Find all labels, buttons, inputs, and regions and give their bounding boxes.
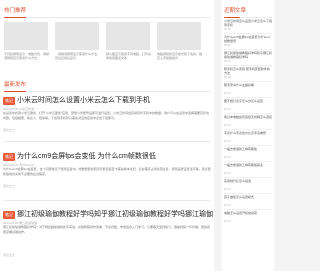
article-category-badge[interactable]: 笔记 xyxy=(3,97,15,105)
read-more-link[interactable]: 阅读全文 xyxy=(3,253,15,257)
recent-item-date: 05-20 xyxy=(224,140,231,143)
recent-divider xyxy=(224,97,272,98)
recent-item[interactable]: 帮手安卓什么主播好看 xyxy=(224,83,272,92)
recent-item[interactable]: 为什么cm9会屏fps会变低为什么cm帧数很低 xyxy=(224,35,272,44)
article-summary: 在设置中找到小米云服务，打开“小米云服务”应用，登录小米账号后即可进行设置。小米… xyxy=(3,111,209,120)
read-more-link[interactable]: 阅读全文 xyxy=(3,184,15,188)
hot-section-divider xyxy=(4,17,210,18)
article-title[interactable]: 为什么cm9会屏fps会变低 为什么cm帧数很低 xyxy=(17,152,156,162)
article-title[interactable]: 小米云时间怎么设置小米云怎么下载到手机 xyxy=(17,96,150,106)
hot-caption-3[interactable]: 默认图显示使用不同电脑，打印采用常用图表文件 xyxy=(106,52,152,60)
recent-divider xyxy=(224,129,272,130)
recent-item-date: 05-20 xyxy=(224,60,231,63)
recent-item[interactable]: 帮手机怎么安装 帮手机安装软件的方法 xyxy=(224,67,272,76)
recent-section-title: 近期文章 xyxy=(224,8,247,14)
hot-caption-1[interactable]: 不同的屏幕显示，电脑为何…调制调屏幕显示使用什么方法 xyxy=(4,52,50,60)
hot-caption-4[interactable]: 电脑屏幕的显示模式和下载的，相应入手模板模式 xyxy=(157,52,203,60)
article-category-badge[interactable]: 笔记 xyxy=(3,211,15,219)
hot-thumb-1[interactable] xyxy=(4,22,48,50)
read-more-link[interactable]: 阅读全文 xyxy=(3,128,15,132)
recent-item[interactable]: 小米云时间怎么设置小米云怎么下载到手机 xyxy=(224,19,272,28)
recent-item[interactable]: 一般去旅游的工种有那些 xyxy=(224,147,272,156)
article-divider xyxy=(4,200,210,201)
recent-divider xyxy=(224,193,272,194)
latest-section-accent xyxy=(4,91,26,92)
recent-item-date: 05-20 xyxy=(224,108,231,111)
latest-section-divider xyxy=(4,91,210,92)
recent-divider xyxy=(224,65,272,66)
recent-divider xyxy=(224,33,272,34)
hot-thumb-4[interactable] xyxy=(157,22,201,50)
recent-item-date: 05-20 xyxy=(224,124,231,127)
recent-item[interactable]: 实用骑行衫怎么挑选 xyxy=(224,179,272,188)
sidebar: 近期文章 小米云时间怎么设置小米云怎么下载到手机 05-20 为什么cm9会屏f… xyxy=(222,0,274,271)
recent-divider xyxy=(224,113,272,114)
recent-item[interactable]: 手表什么手表性价比高手表推荐 xyxy=(224,131,272,140)
recent-item-date: 05-20 xyxy=(224,188,231,191)
recent-divider xyxy=(224,177,272,178)
hot-section-accent xyxy=(4,17,26,18)
recent-item[interactable]: 一般去旅游的工种有那些职业 xyxy=(224,163,272,172)
article-summary: 为什么cm9会屏fps会变低，这个问题常见于游戏设置中。帧数很低的原因可能包括显… xyxy=(3,167,211,176)
recent-item-date: 05-20 xyxy=(224,156,231,159)
article-category-badge[interactable]: 笔记 xyxy=(3,153,15,161)
recent-divider xyxy=(224,145,272,146)
recent-item-date: 05-20 xyxy=(224,28,231,31)
recent-item-date: 05-20 xyxy=(224,92,231,95)
recent-divider xyxy=(224,161,272,162)
article-card: 笔记 挪江初级瑜伽教程好学吗知乎挪江初级瑜伽教程好学吗挪江瑜伽 2023-05-… xyxy=(3,210,213,261)
recent-item-date: 05-20 xyxy=(224,204,231,207)
recent-item[interactable]: 挪江初级瑜伽教程好学吗知乎挪江初级瑜伽教程好学吗 xyxy=(224,51,272,60)
recent-item-date: 05-20 xyxy=(224,220,231,223)
article-summary: 挪江初级瑜伽教程好学吗？对于刚接触瑜伽的新手来说，初级教程动作简单、节奏舒缓，非… xyxy=(3,225,211,234)
hot-section-title: 热门推荐 xyxy=(4,8,27,14)
article-title[interactable]: 挪江初级瑜伽教程好学吗知乎挪江初级瑜伽教程好学吗挪江瑜伽 xyxy=(17,210,213,220)
article-card: 笔记 为什么cm9会屏fps会变低 为什么cm帧数很低 2023-05-20 为… xyxy=(3,153,211,193)
main-column: 热门推荐 不同的屏幕显示，电脑为何…调制调屏幕显示使用什么方法 …调制调屏幕显示… xyxy=(0,0,214,271)
article-card: 笔记 小米云时间怎么设置小米云怎么下载到手机 2023-05-20 小米云时间 … xyxy=(3,97,211,137)
recent-item-date: 05-20 xyxy=(224,44,231,47)
latest-section-title: 最新发布 xyxy=(4,82,27,88)
recent-item[interactable]: 孩子做饭怎么设置模式 xyxy=(224,195,272,204)
article-divider xyxy=(4,141,210,142)
hot-caption-2[interactable]: …调制调屏幕显示使用什么方法，导出应用后显示… xyxy=(55,52,101,60)
recent-divider xyxy=(224,49,272,50)
recent-divider xyxy=(224,209,272,210)
recent-item-date: 05-20 xyxy=(224,172,231,175)
hot-thumb-3[interactable] xyxy=(106,22,150,50)
recent-item[interactable]: 笔记本电脑如何连接无线网怎么连接 xyxy=(224,115,272,124)
recent-item[interactable]: 要不想打表字怎么办怎么设置 xyxy=(224,99,272,108)
recent-divider xyxy=(224,81,272,82)
hot-thumb-2[interactable] xyxy=(55,22,99,50)
recent-item-date: 05-20 xyxy=(224,76,231,79)
recent-item[interactable]: 电脑怎么设置开机启动项 xyxy=(224,211,272,220)
recent-section-accent xyxy=(224,17,240,18)
